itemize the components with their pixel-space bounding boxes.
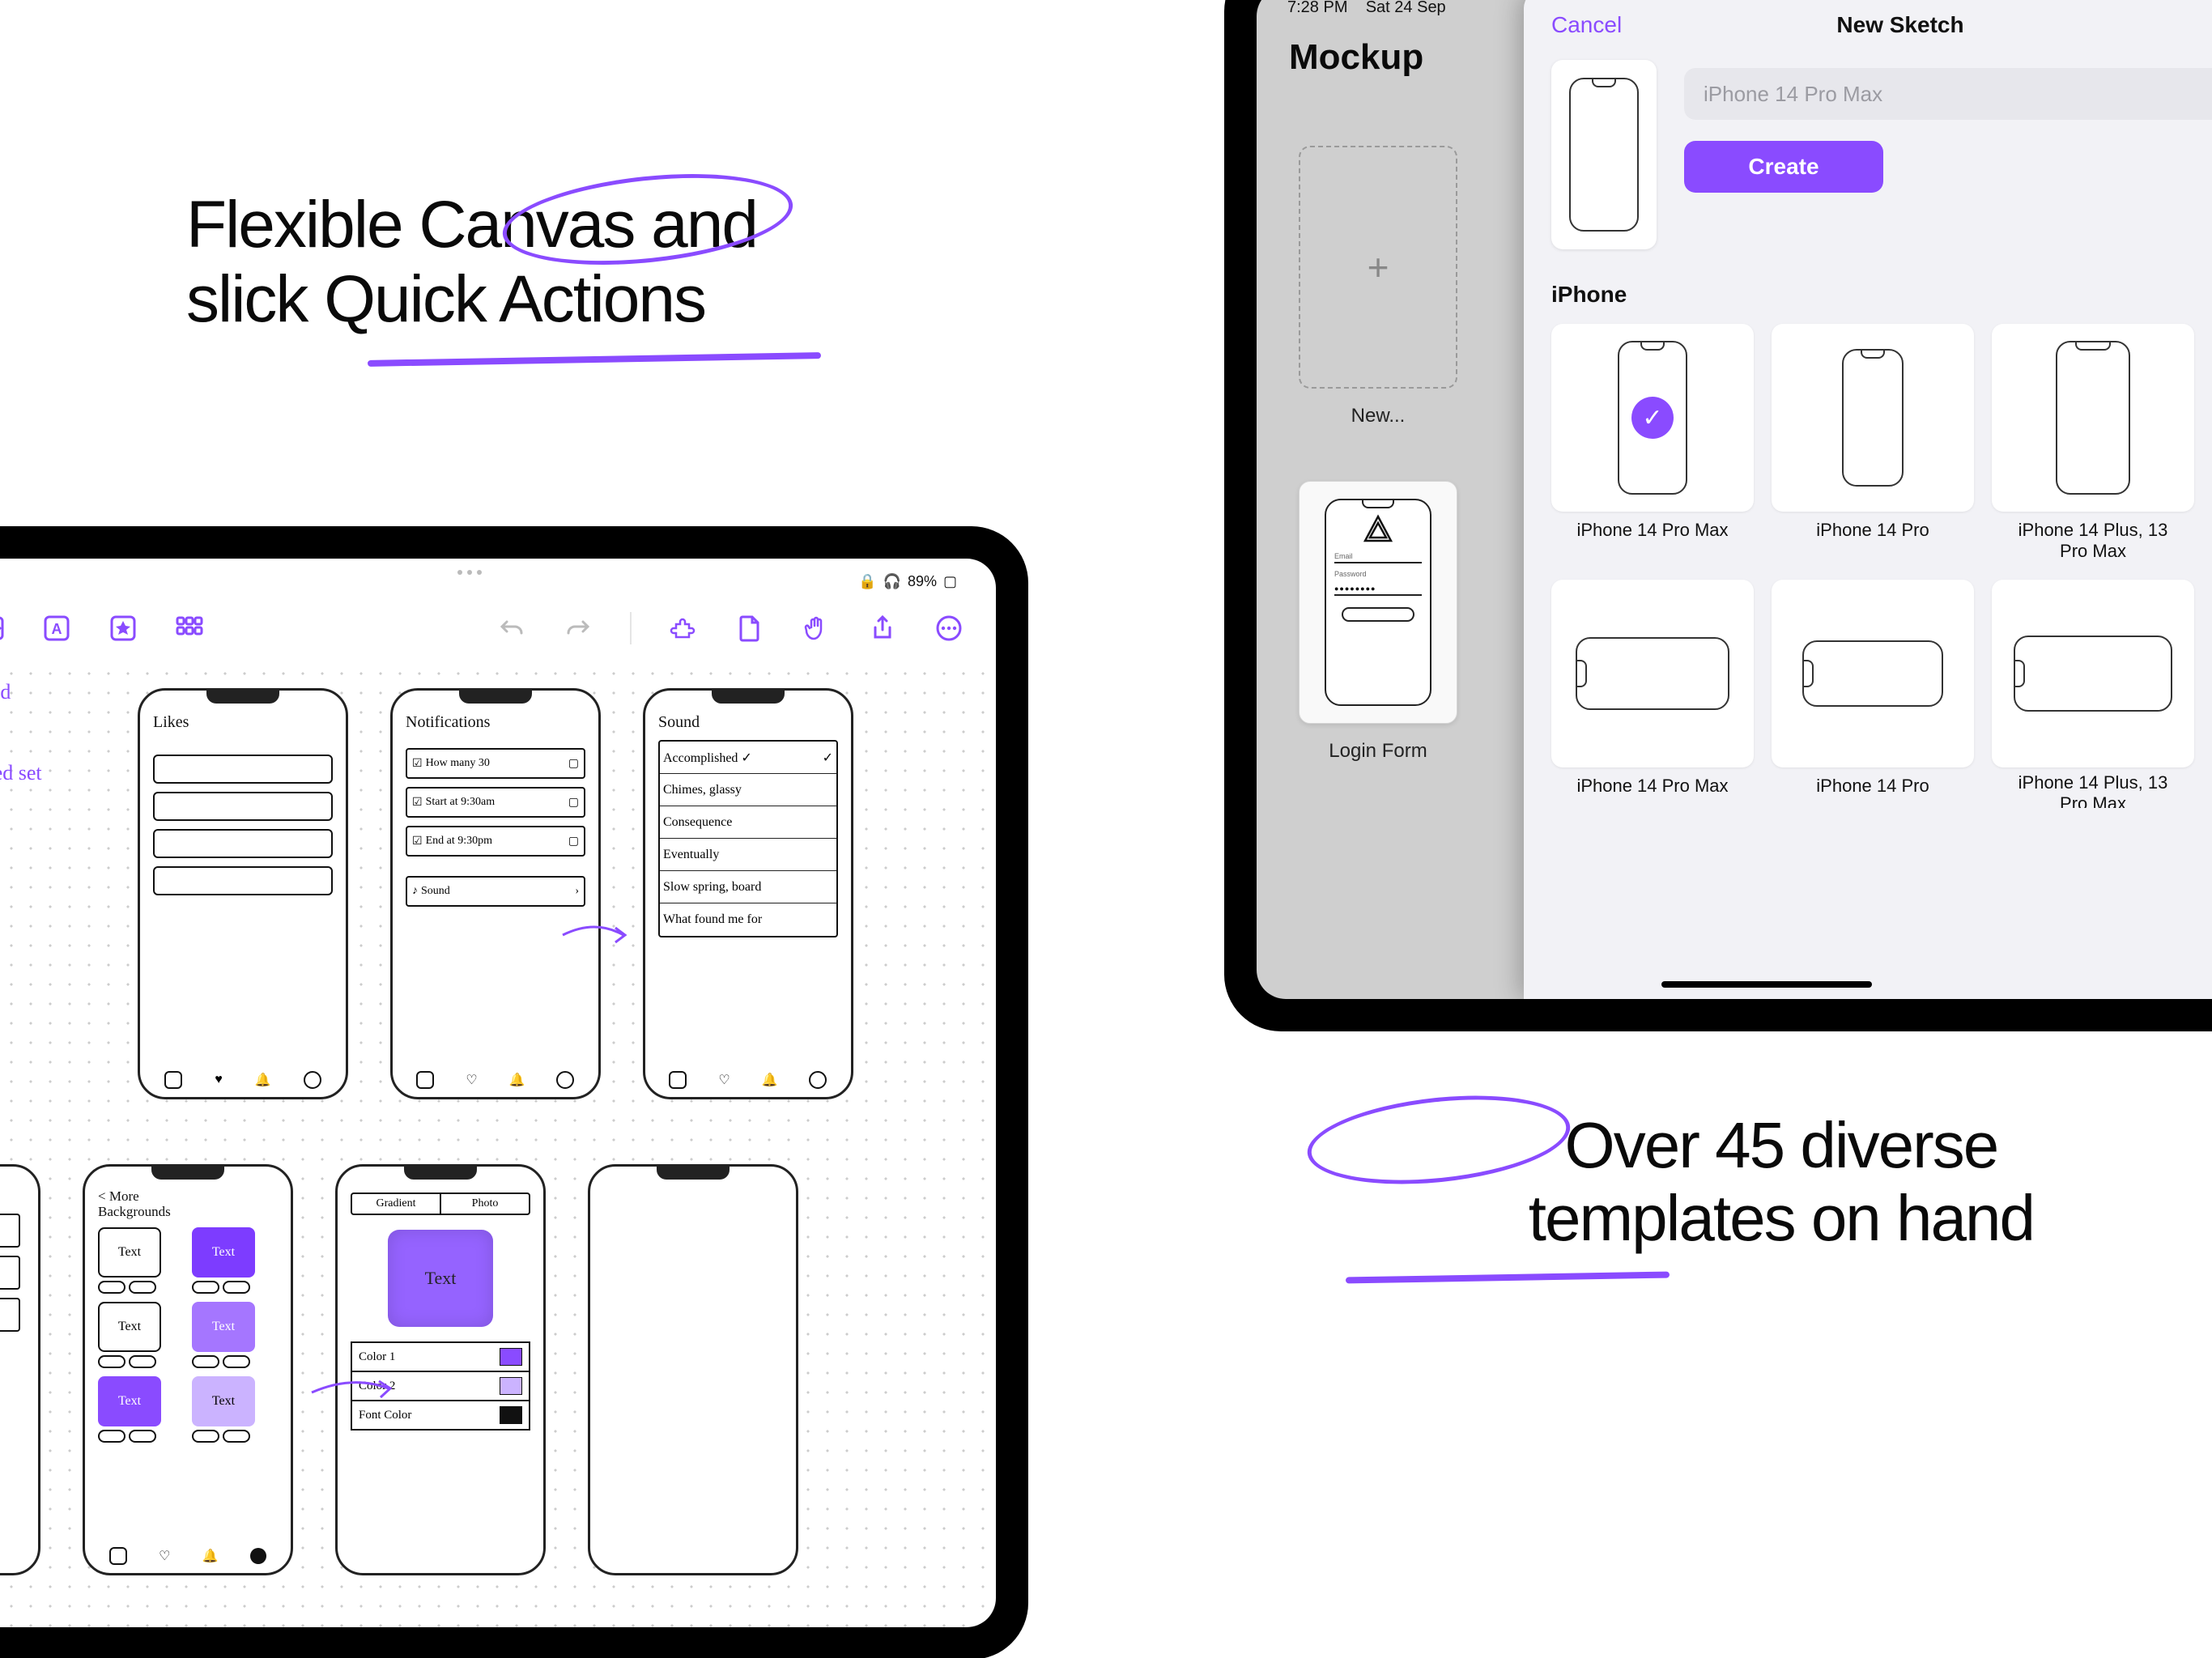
- canvas-area[interactable]: found from saved from a predefined set T…: [0, 664, 996, 1627]
- sheet-header: Cancel New Sketch: [1524, 0, 2212, 60]
- undo-icon[interactable]: [497, 614, 526, 643]
- selected-template-preview: [1551, 60, 1657, 249]
- phone-title: < More Backgrounds: [98, 1189, 278, 1219]
- mockup-phone-likes[interactable]: Likes ♥ 🔔: [138, 688, 348, 1099]
- headline-left-line2: slick Quick Actions: [186, 262, 757, 337]
- template-card[interactable]: [1992, 324, 2194, 512]
- sticker-tool-icon[interactable]: [108, 614, 138, 643]
- phone-title: Likes: [153, 713, 333, 732]
- headline-right-line2: templates on hand: [1529, 1182, 2034, 1255]
- status-bar: 7:28 PM Sat 24 Sep: [1287, 0, 1446, 17]
- template-label: iPhone 14 Plus, 13 Pro Max: [1992, 520, 2194, 562]
- annotation-underline-templates: [1346, 1272, 1670, 1284]
- mockup-phone-backgrounds[interactable]: < More Backgrounds Text Text Text Text T…: [83, 1164, 293, 1575]
- phone-title: Notifications: [406, 713, 585, 732]
- cancel-button[interactable]: Cancel: [1551, 12, 1622, 38]
- image-tool-icon[interactable]: [0, 614, 5, 643]
- battery-text: 89%: [908, 573, 937, 590]
- canvas-note-2: from a predefined set: [0, 761, 42, 785]
- template-card[interactable]: [1551, 580, 1754, 767]
- template-label: iPhone 14 Pro Max: [1551, 776, 1754, 797]
- status-date: Sat 24 Sep: [1366, 0, 1446, 16]
- plus-icon: +: [1368, 245, 1389, 289]
- template-label: iPhone 14 Pro: [1772, 520, 1974, 541]
- template-card[interactable]: ✓: [1551, 324, 1754, 512]
- document-icon[interactable]: [735, 614, 764, 643]
- template-label: iPhone 14 Plus, 13 Pro Max: [1992, 772, 2194, 808]
- page-title: Mockup: [1289, 37, 1423, 78]
- template-label: iPhone 14 Pro Max: [1551, 520, 1754, 541]
- new-sketch-sheet: Cancel New Sketch iPhone 14 Pro Max Crea…: [1524, 0, 2212, 999]
- heart-icon: ♥: [215, 1073, 223, 1087]
- template-card[interactable]: [1992, 580, 2194, 767]
- login-form-card[interactable]: Email Password ●●●●●●●●: [1299, 481, 1457, 724]
- headline-left: Flexible Canvas and slick Quick Actions: [186, 188, 757, 337]
- check-icon: ✓: [1631, 397, 1674, 439]
- ipad-templates-device: 7:28 PM Sat 24 Sep Mockup + New... Email…: [1224, 0, 2212, 1031]
- new-project-card[interactable]: +: [1299, 146, 1457, 389]
- hand-tool-icon[interactable]: [802, 614, 831, 643]
- mockup-phone-notifications[interactable]: Notifications ☑How many 30▢ ☑Start at 9:…: [390, 688, 601, 1099]
- mockup-phone-sound[interactable]: Sound Accomplished ✓✓ Chimes, glassy Con…: [643, 688, 853, 1099]
- section-title-iphone: iPhone: [1551, 282, 2212, 308]
- arrow-icon: [308, 1368, 397, 1409]
- canvas-note-1: found from saved: [0, 680, 11, 704]
- battery-icon: ▢: [943, 573, 957, 590]
- more-icon[interactable]: [934, 614, 963, 643]
- template-card[interactable]: [1772, 324, 1974, 512]
- multitask-dots-icon: [457, 570, 482, 575]
- headline-left-line1: Flexible Canvas and: [186, 188, 757, 262]
- status-bar: 🔒 🎧 89% ▢: [858, 573, 957, 590]
- svg-text:A: A: [52, 621, 62, 637]
- sheet-title: New Sketch: [1836, 12, 1963, 38]
- headline-right-line1: Over 45 diverse: [1529, 1109, 2034, 1182]
- ipad-canvas-device: 🔒 🎧 89% ▢ A: [0, 526, 1028, 1658]
- bell-icon: 🔔: [255, 1072, 271, 1088]
- plugin-icon[interactable]: [669, 614, 698, 643]
- phone-title: Sound: [658, 713, 838, 732]
- mockup-phone-blank[interactable]: [588, 1164, 798, 1575]
- toolbar: A: [0, 599, 996, 657]
- login-form-label: Login Form: [1299, 740, 1457, 763]
- arrow-icon: [559, 915, 632, 955]
- share-icon[interactable]: [868, 614, 897, 643]
- create-button[interactable]: Create: [1684, 141, 1883, 193]
- logo-icon: [1362, 513, 1394, 546]
- headphones-icon: 🎧: [883, 573, 901, 590]
- new-project-label: New...: [1299, 405, 1457, 427]
- template-label: iPhone 14 Pro: [1772, 776, 1974, 797]
- home-indicator: [1661, 981, 1872, 988]
- status-time: 7:28 PM: [1287, 0, 1347, 16]
- sketch-name-input[interactable]: iPhone 14 Pro Max: [1684, 68, 2212, 120]
- annotation-underline-quick-actions: [368, 352, 821, 367]
- components-tool-icon[interactable]: [175, 614, 204, 643]
- redo-icon[interactable]: [564, 614, 593, 643]
- headline-right: Over 45 diverse templates on hand: [1529, 1109, 2034, 1254]
- template-card[interactable]: [1772, 580, 1974, 767]
- text-tool-icon[interactable]: A: [42, 614, 71, 643]
- mockup-phone-grid[interactable]: [0, 1164, 40, 1575]
- lock-icon: 🔒: [858, 573, 876, 590]
